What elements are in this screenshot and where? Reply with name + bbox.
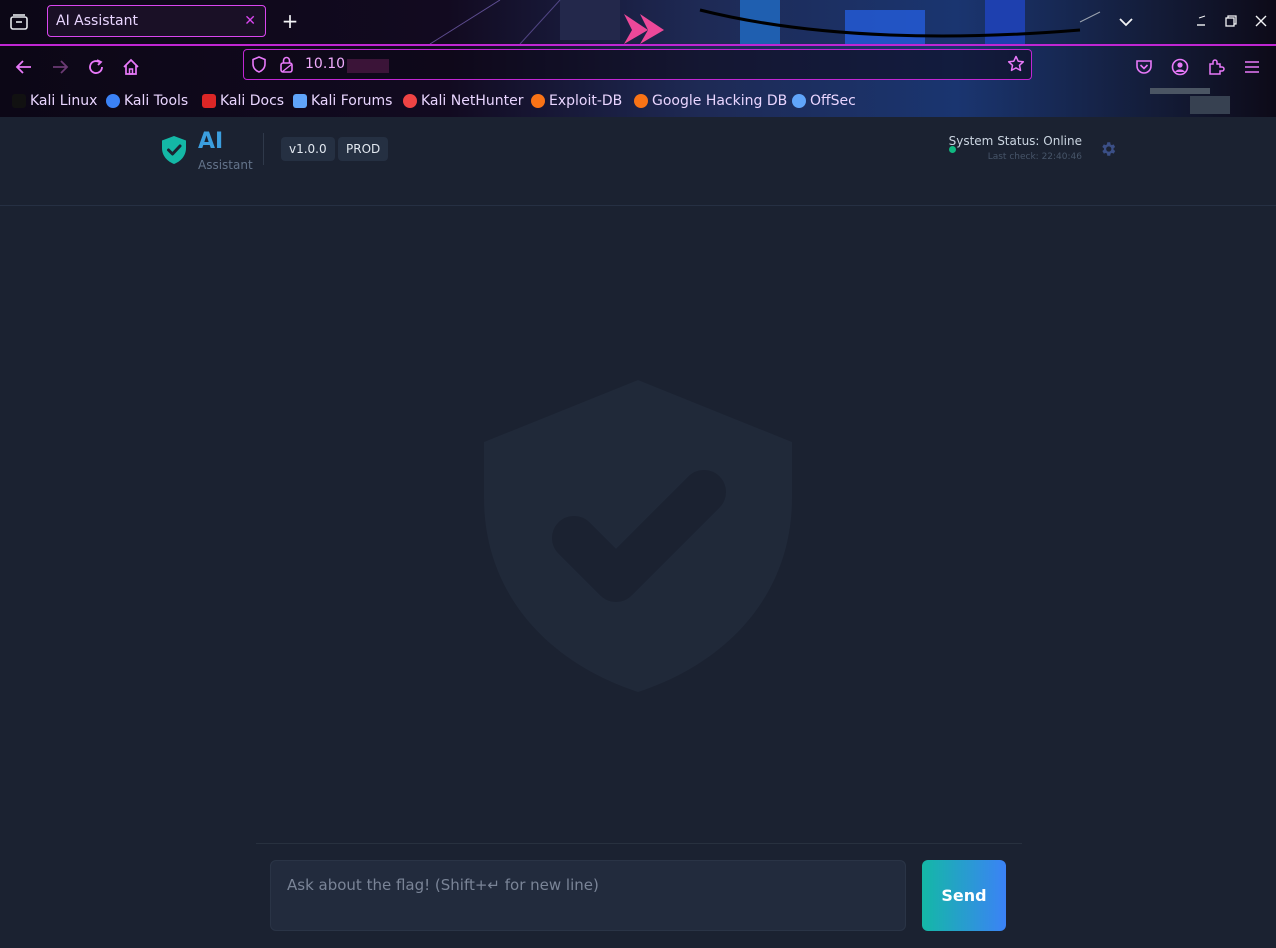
- navigation-toolbar: 10.10: [0, 46, 1276, 86]
- pocket-icon[interactable]: [1133, 56, 1155, 78]
- home-icon[interactable]: [120, 56, 142, 78]
- kali-forums-icon: [293, 94, 307, 108]
- bookmark-label: Google Hacking DB: [652, 93, 788, 109]
- bookmark-kali-tools[interactable]: Kali Tools: [106, 92, 188, 110]
- shield-check-watermark-icon: [484, 380, 792, 692]
- chevron-down-icon[interactable]: [1116, 12, 1136, 32]
- chat-input[interactable]: [270, 860, 906, 931]
- bookmark-kali-nethunter[interactable]: Kali NetHunter: [403, 92, 523, 110]
- brand-subtitle: Assistant: [198, 158, 253, 172]
- kali-tools-icon: [106, 94, 120, 108]
- new-tab-icon[interactable]: +: [280, 10, 300, 32]
- back-icon[interactable]: [13, 56, 35, 78]
- tab-list-icon[interactable]: [8, 11, 30, 33]
- tab-bar: AI Assistant ✕ +: [0, 0, 1276, 44]
- bookmarks-toolbar: Kali Linux Kali Tools Kali Docs Kali For…: [0, 86, 1276, 116]
- header-divider: [263, 133, 264, 165]
- lock-icon[interactable]: [279, 56, 294, 77]
- tab-ai-assistant[interactable]: AI Assistant ✕: [47, 5, 266, 37]
- system-status: System Status: Online: [948, 134, 1082, 148]
- bookmark-label: OffSec: [810, 93, 856, 109]
- window-close-icon[interactable]: [1251, 12, 1271, 32]
- bookmark-label: Exploit-DB: [549, 93, 623, 109]
- kali-dragon-icon: [12, 94, 26, 108]
- bookmark-label: Kali NetHunter: [421, 93, 524, 109]
- bookmark-kali-forums[interactable]: Kali Forums: [293, 92, 392, 110]
- composer-divider: [256, 843, 1022, 844]
- minimize-icon[interactable]: [1191, 12, 1211, 32]
- kali-docs-icon: [202, 94, 216, 108]
- forward-icon[interactable]: [49, 56, 71, 78]
- gear-icon[interactable]: [1099, 140, 1117, 158]
- bookmark-offsec[interactable]: OffSec: [792, 92, 856, 110]
- bookmark-label: Kali Linux: [30, 93, 98, 109]
- bookmark-label: Kali Tools: [124, 93, 189, 109]
- app-header: AI Assistant v1.0.0 PROD System Status: …: [0, 117, 1276, 206]
- bookmark-label: Kali Docs: [220, 93, 285, 109]
- environment-badge: PROD: [338, 137, 389, 161]
- browser-chrome: AI Assistant ✕ + 10.10 Kali Linux Kali T…: [0, 0, 1276, 117]
- url-text[interactable]: 10.10: [305, 56, 345, 72]
- bookmark-kali-linux[interactable]: Kali Linux: [12, 92, 97, 110]
- exploit-db-icon: [531, 94, 545, 108]
- send-button[interactable]: Send: [922, 860, 1006, 931]
- restore-icon[interactable]: [1221, 12, 1241, 32]
- address-bar[interactable]: 10.10: [243, 49, 1032, 80]
- bookmark-google-hacking-db[interactable]: Google Hacking DB: [634, 92, 787, 110]
- offsec-icon: [792, 94, 806, 108]
- bookmark-star-icon[interactable]: [1007, 55, 1025, 77]
- reload-icon[interactable]: [85, 56, 107, 78]
- extensions-icon[interactable]: [1205, 56, 1227, 78]
- url-redaction: [347, 59, 389, 73]
- version-badge: v1.0.0: [281, 137, 335, 161]
- last-check-time: Last check: 22:40:46: [987, 152, 1082, 162]
- tab-title: AI Assistant: [56, 13, 138, 29]
- menu-icon[interactable]: [1241, 56, 1263, 78]
- shield-icon[interactable]: [251, 56, 267, 77]
- bookmark-kali-docs[interactable]: Kali Docs: [202, 92, 284, 110]
- bookmark-label: Kali Forums: [311, 93, 393, 109]
- shield-check-icon: [162, 136, 186, 164]
- ghdb-icon: [634, 94, 648, 108]
- kali-nethunter-icon: [403, 94, 417, 108]
- brand-title: AI: [198, 129, 224, 154]
- bookmark-exploit-db[interactable]: Exploit-DB: [531, 92, 622, 110]
- account-icon[interactable]: [1169, 56, 1191, 78]
- close-icon[interactable]: ✕: [244, 13, 256, 29]
